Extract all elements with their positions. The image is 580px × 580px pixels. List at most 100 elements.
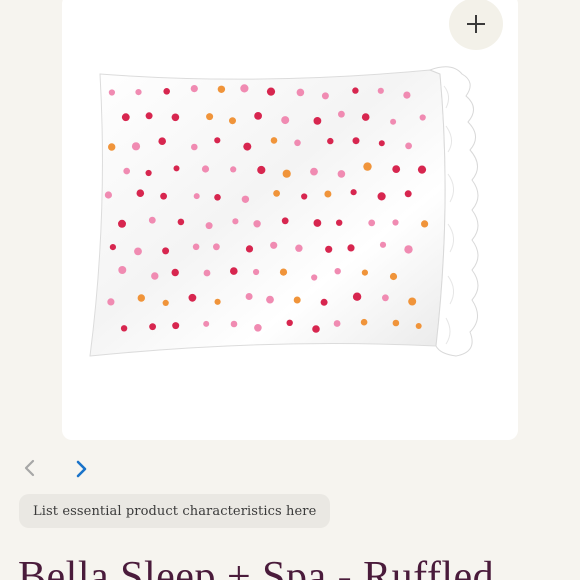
- polka-dot: [123, 167, 130, 175]
- polka-dot: [201, 165, 210, 173]
- polka-dot: [188, 293, 197, 302]
- polka-dot: [203, 320, 210, 327]
- polka-dot: [131, 142, 141, 151]
- polka-dot: [324, 190, 332, 198]
- polka-dot: [293, 296, 301, 304]
- polka-dot: [205, 222, 213, 230]
- polka-dot: [243, 142, 252, 151]
- polka-dot: [281, 217, 289, 225]
- polka-dot: [295, 244, 303, 252]
- chevron-right-icon: [76, 460, 87, 478]
- polka-dot: [151, 272, 159, 280]
- polka-dot: [404, 245, 413, 254]
- polka-dot: [392, 165, 401, 173]
- polka-dot: [107, 298, 115, 306]
- polka-dot: [382, 294, 389, 302]
- polka-dot: [109, 244, 116, 251]
- product-characteristics-chip[interactable]: List essential product characteristics h…: [19, 494, 331, 528]
- polka-dot: [148, 216, 156, 224]
- polka-dot: [136, 189, 145, 197]
- polka-dot: [162, 299, 169, 306]
- polka-dot: [279, 268, 288, 276]
- polka-dot: [118, 219, 126, 228]
- next-image-button[interactable]: [71, 457, 93, 481]
- polka-dot: [417, 165, 427, 174]
- polka-dot: [404, 190, 412, 198]
- zoom-button[interactable]: [449, 0, 503, 50]
- polka-dot: [336, 219, 343, 226]
- polka-dot: [192, 243, 200, 251]
- polka-dot: [158, 137, 166, 145]
- polka-dot: [361, 113, 370, 121]
- polka-dot: [313, 219, 322, 227]
- polka-dot: [419, 114, 426, 121]
- polka-dot: [266, 87, 276, 96]
- polka-dot: [214, 298, 221, 305]
- polka-dot: [301, 193, 308, 200]
- polka-dot: [273, 190, 280, 197]
- polka-dot: [190, 85, 198, 93]
- plus-icon: [467, 15, 485, 33]
- polka-dot: [135, 89, 142, 96]
- polka-dot: [171, 113, 180, 122]
- polka-dot: [177, 218, 185, 226]
- polka-dot: [254, 112, 262, 120]
- product-title: Bella Sleep + Spa - Ruffled: [18, 554, 495, 580]
- polka-dot: [392, 319, 400, 327]
- polka-dot: [240, 84, 249, 93]
- polka-dot: [392, 219, 399, 226]
- polka-dot: [360, 318, 368, 326]
- polka-dot: [245, 293, 253, 300]
- polka-dot: [245, 245, 254, 253]
- polka-dot: [334, 268, 341, 275]
- polka-dot: [389, 272, 398, 281]
- polka-dot: [390, 118, 397, 125]
- product-page: List essential product characteristics h…: [0, 0, 580, 580]
- polka-dot: [408, 297, 417, 306]
- polka-dot: [320, 298, 328, 306]
- polka-dot: [266, 295, 274, 304]
- polka-dot: [108, 143, 116, 151]
- polka-dot: [379, 241, 387, 248]
- polka-dot: [253, 220, 261, 228]
- polka-dot: [253, 268, 260, 276]
- polka-dot: [377, 192, 386, 201]
- polka-dot: [333, 320, 341, 327]
- polka-dot: [368, 219, 376, 227]
- polka-dot: [172, 322, 180, 330]
- polka-dot: [203, 269, 211, 277]
- polka-dot: [270, 241, 278, 249]
- polka-dot: [421, 220, 429, 228]
- product-image[interactable]: [80, 56, 500, 376]
- polka-dot: [254, 324, 262, 332]
- polka-dot: [193, 193, 200, 200]
- polka-dot: [145, 112, 153, 120]
- polka-dot: [311, 274, 318, 281]
- polka-dot: [312, 325, 320, 333]
- polka-dot: [217, 85, 226, 93]
- polka-dot: [120, 325, 128, 332]
- polka-dot: [134, 247, 142, 256]
- polka-dot: [257, 165, 266, 175]
- polka-dot: [327, 137, 334, 145]
- polka-dot: [214, 137, 221, 144]
- polka-dot: [363, 162, 372, 171]
- polka-dot: [149, 323, 156, 331]
- polka-dot: [352, 87, 359, 94]
- polka-dot: [361, 269, 368, 276]
- polka-dot: [163, 88, 170, 95]
- chevron-left-icon: [24, 459, 35, 477]
- polka-dot: [213, 243, 220, 251]
- polka-dot: [352, 292, 362, 301]
- polka-dot: [337, 170, 346, 178]
- polka-dot: [286, 319, 293, 326]
- polka-dot: [405, 142, 412, 150]
- polka-dot: [296, 88, 305, 97]
- polka-dot: [229, 117, 236, 125]
- polka-dot: [403, 91, 411, 99]
- polka-dot: [310, 167, 318, 176]
- previous-image-button[interactable]: [18, 456, 40, 480]
- polka-dot: [145, 169, 152, 177]
- polka-dot: [281, 116, 290, 125]
- polka-dot: [160, 192, 167, 200]
